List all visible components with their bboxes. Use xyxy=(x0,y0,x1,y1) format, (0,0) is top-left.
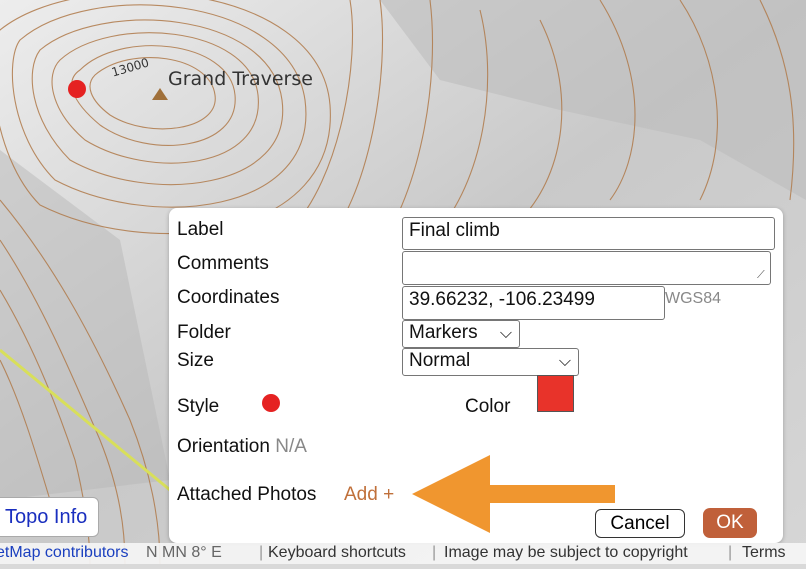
keyboard-shortcuts-link[interactable]: Keyboard shortcuts xyxy=(268,544,406,562)
coordinates-field-label: Coordinates xyxy=(177,287,280,308)
chevron-down-icon: ⌵ xyxy=(558,353,571,370)
coordinates-input[interactable]: 39.66232, -106.23499 xyxy=(402,286,665,320)
comments-textarea[interactable] xyxy=(402,251,771,285)
color-swatch[interactable] xyxy=(537,375,574,412)
size-select-value: Normal xyxy=(409,350,471,371)
orientation-title: Orientation xyxy=(177,436,270,457)
chevron-down-icon: ⌵ xyxy=(499,325,512,342)
label-field-label: Label xyxy=(177,219,224,240)
orientation-field-label: Orientation N/A xyxy=(177,436,307,458)
datum-label: WGS84 xyxy=(665,290,722,307)
map-footer: etMap contributors N MN 8° E | Keyboard … xyxy=(0,543,806,564)
textarea-resize-icon[interactable]: ⟋ xyxy=(757,269,765,282)
comments-field-label: Comments xyxy=(177,253,269,274)
peak-icon xyxy=(152,88,168,100)
size-select[interactable]: Normal ⌵ xyxy=(402,348,579,376)
waypoint-marker[interactable] xyxy=(68,80,86,98)
color-field-label: Color xyxy=(465,396,511,417)
peak-name-label: Grand Traverse xyxy=(168,68,313,90)
footer-divider: | xyxy=(728,544,733,561)
add-photo-link[interactable]: Add + xyxy=(344,484,394,506)
footer-divider: | xyxy=(432,544,437,561)
terms-link[interactable]: Terms xyxy=(742,544,786,562)
orientation-value: N/A xyxy=(275,436,307,457)
style-picker-dot[interactable] xyxy=(262,394,280,412)
footer-divider: | xyxy=(259,544,264,561)
style-field-label: Style xyxy=(177,396,220,417)
folder-field-label: Folder xyxy=(177,322,231,343)
attached-photos-label: Attached Photos xyxy=(177,484,317,505)
folder-select[interactable]: Markers ⌵ xyxy=(402,320,520,348)
folder-select-value: Markers xyxy=(409,322,478,343)
attribution-link[interactable]: etMap contributors xyxy=(0,544,129,562)
declination-indicator: N MN 8° E xyxy=(146,544,222,561)
annotation-arrow xyxy=(412,455,615,533)
copyright-text: Image may be subject to copyright xyxy=(444,544,688,561)
size-field-label: Size xyxy=(177,350,214,371)
ok-button[interactable]: OK xyxy=(703,508,757,538)
topo-info-button[interactable]: Topo Info xyxy=(0,497,99,537)
label-input[interactable]: Final climb xyxy=(402,217,775,250)
